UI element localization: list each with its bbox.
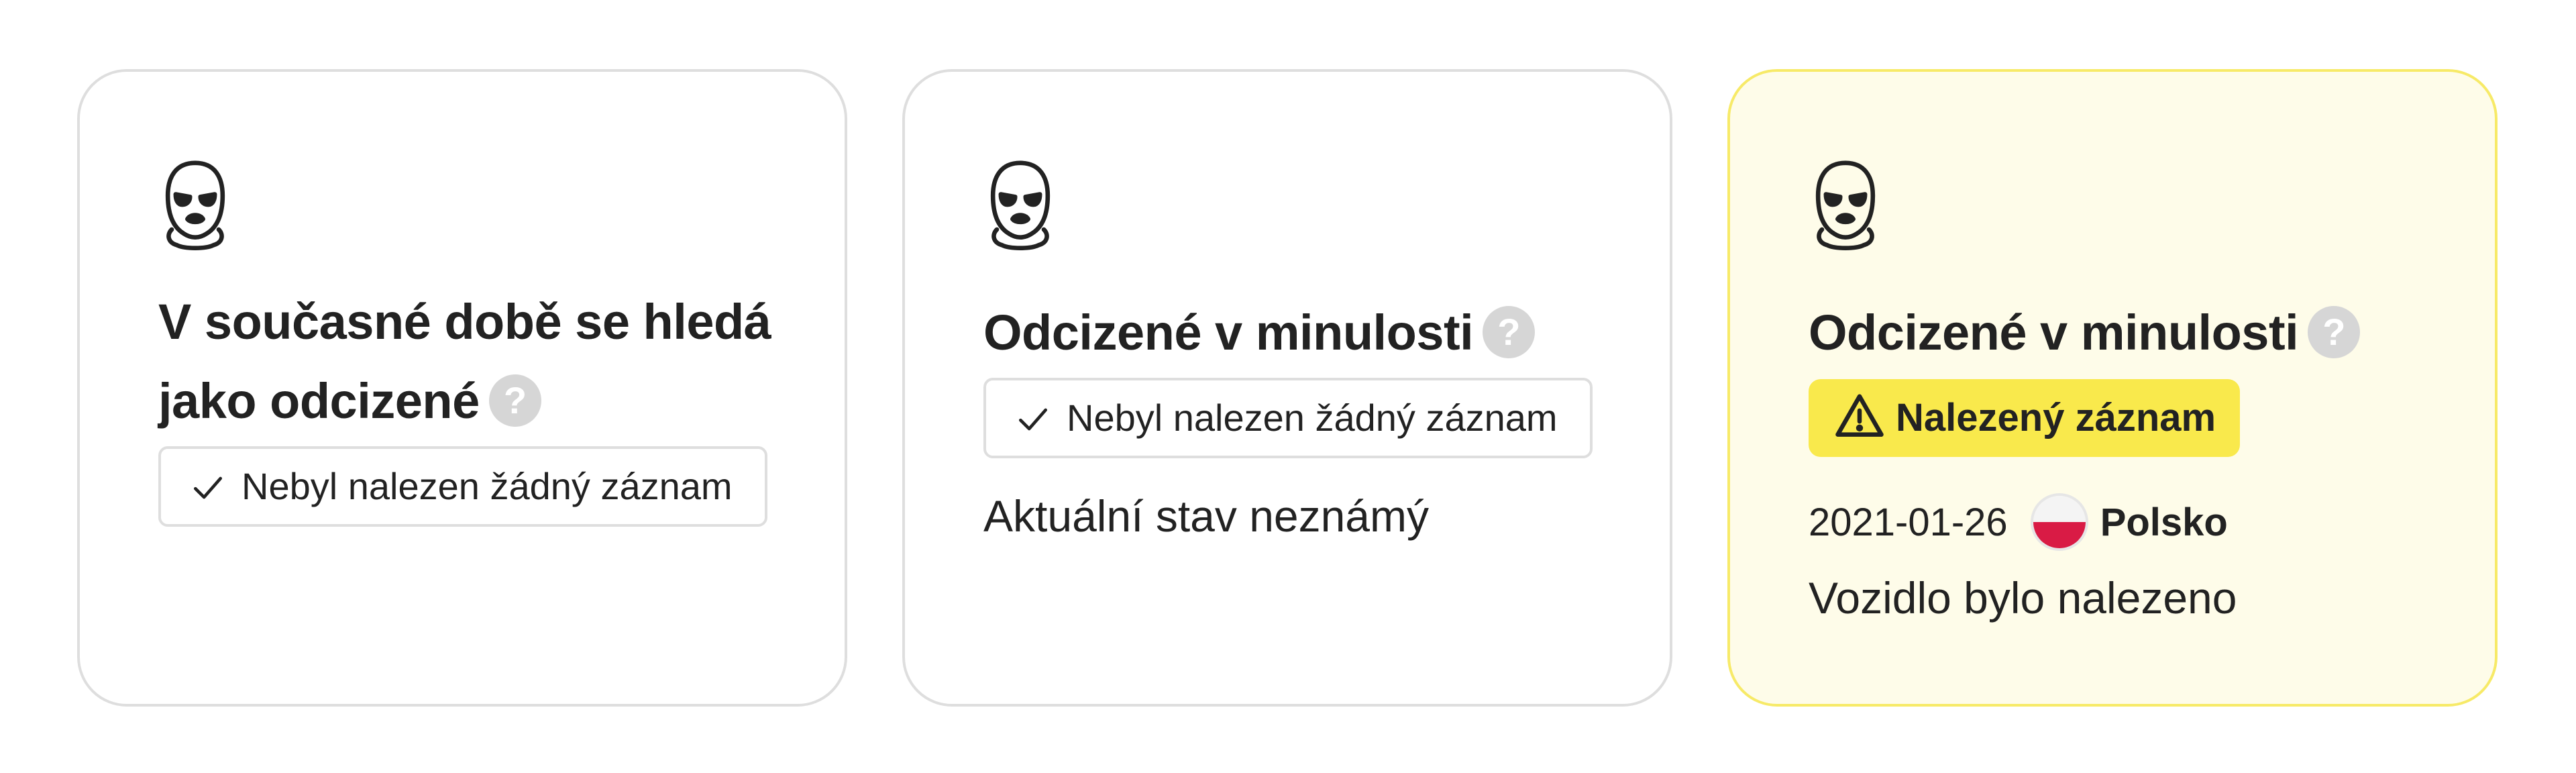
current-status-text: Aktuální stav neznámý	[983, 491, 1429, 541]
card-title: V současné době se hledá jako odcizené?	[158, 282, 775, 441]
record-date: 2021-01-26	[1809, 500, 2008, 544]
record-result-box: Nebyl nalezen žádný záznam	[158, 446, 767, 527]
card-currently-searched: V současné době se hledá jako odcizené? …	[77, 69, 847, 707]
record-result-box: Nebyl nalezen žádný záznam	[983, 378, 1593, 458]
card-content: V současné době se hledá jako odcizené? …	[158, 159, 775, 527]
card-title: Odcizené v minulosti?	[983, 293, 1601, 372]
record-note: Vozidlo bylo nalezeno	[1809, 573, 2237, 623]
poland-flag-icon	[2033, 496, 2086, 548]
stolen-check-cards: V současné době se hledá jako odcizené? …	[0, 0, 2576, 773]
title-text: V současné době se hledá jako odcizené	[158, 294, 771, 429]
title-text: Odcizené v minulosti	[1809, 305, 2299, 360]
record-country: Polsko	[2100, 500, 2228, 544]
card-stolen-in-past-found: Odcizené v minulosti? Nalezený záznam 20…	[1727, 69, 2498, 707]
card-content: Odcizené v minulosti? Nebyl nalezen žádn…	[983, 159, 1601, 546]
title-text: Odcizené v minulosti	[983, 305, 1474, 360]
check-icon	[1019, 408, 1047, 431]
card-stolen-in-past: Odcizené v minulosti? Nebyl nalezen žádn…	[902, 69, 1672, 707]
badge-text: Nalezený záznam	[1896, 396, 2216, 440]
balaclava-mask-icon	[165, 160, 225, 251]
help-icon[interactable]: ?	[2308, 306, 2361, 359]
warning-icon	[1835, 394, 1884, 437]
record-text: Nebyl nalezen žádný záznam	[241, 465, 733, 507]
record-found-badge: Nalezený záznam	[1809, 379, 2241, 457]
card-content: Odcizené v minulosti? Nalezený záznam 20…	[1809, 159, 2426, 630]
balaclava-mask-icon	[1815, 160, 1876, 251]
check-icon	[194, 476, 222, 499]
help-icon[interactable]: ?	[488, 374, 541, 427]
record-info-row: 2021-01-26 Polsko	[1809, 492, 2426, 552]
help-icon[interactable]: ?	[1483, 306, 1536, 359]
card-title: Odcizené v minulosti?	[1809, 293, 2426, 372]
balaclava-mask-icon	[990, 160, 1051, 251]
record-text: Nebyl nalezen žádný záznam	[1067, 397, 1558, 439]
